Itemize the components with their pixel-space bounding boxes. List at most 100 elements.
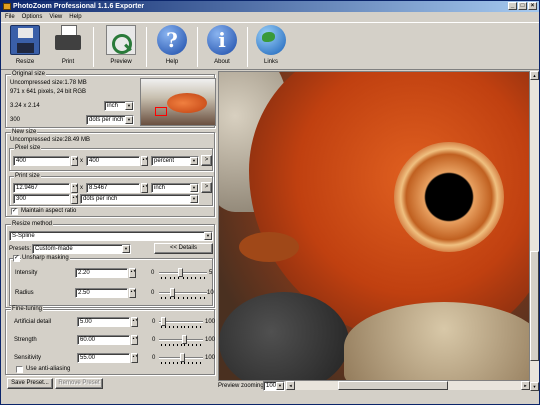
- sensitivity-slider[interactable]: [159, 353, 203, 364]
- about-button[interactable]: i About: [204, 25, 240, 69]
- pixel-width-input[interactable]: 400: [13, 156, 70, 166]
- minimize-button[interactable]: _: [508, 2, 517, 10]
- print-width-spinner[interactable]: ▲▼: [71, 183, 78, 193]
- print-width-input[interactable]: 12.9467: [13, 183, 70, 193]
- presets-select[interactable]: Custom-made ▼: [32, 244, 131, 254]
- slider-tick: [191, 297, 192, 299]
- pixel-unit-select[interactable]: percent ▼: [151, 156, 199, 166]
- print-more-button[interactable]: >: [201, 182, 212, 193]
- radius-input[interactable]: 2.50: [75, 288, 128, 298]
- pixel-width-spinner[interactable]: ▲▼: [71, 156, 78, 166]
- maintain-aspect-checkbox[interactable]: ✓: [11, 208, 18, 215]
- slider-tick: [204, 277, 205, 279]
- sensitivity-max: 100: [205, 355, 216, 361]
- artificial-detail-input[interactable]: 5.00: [77, 317, 130, 327]
- unsharp-masking-checkbox[interactable]: ✓: [13, 255, 20, 262]
- print-unit-select[interactable]: inch ▼: [151, 183, 199, 193]
- pixel-height-spinner[interactable]: ▲▼: [141, 156, 148, 166]
- settings-panel: Original size Uncompressed size:1.78 MB …: [3, 71, 216, 404]
- pixel-height-input[interactable]: 400: [86, 156, 140, 166]
- maximize-button[interactable]: □: [518, 2, 527, 10]
- intensity-slider[interactable]: [159, 268, 207, 279]
- slider-tick: [200, 326, 201, 328]
- menu-options[interactable]: Options: [22, 12, 43, 22]
- print-resolution-spinner[interactable]: ▲▼: [71, 194, 78, 204]
- resize-method-select[interactable]: S-Spline ▼: [9, 231, 213, 241]
- help-button[interactable]: ? Help: [154, 25, 190, 69]
- close-button[interactable]: ×: [528, 2, 537, 10]
- slider-tick: [181, 344, 182, 346]
- print-button[interactable]: Print: [50, 25, 86, 69]
- strength-spinner[interactable]: ▲▼: [131, 335, 138, 345]
- preview-zoom-select[interactable]: 100% ▼: [263, 381, 285, 391]
- artificial-detail-spinner[interactable]: ▲▼: [131, 317, 138, 327]
- print-res-unit-select[interactable]: dots per inch ▼: [80, 194, 199, 204]
- slider-tick: [196, 362, 197, 364]
- scroll-down-arrow-icon[interactable]: ▼: [530, 382, 539, 391]
- preview-button[interactable]: Preview: [103, 25, 139, 69]
- slider-tick: [184, 362, 185, 364]
- slider-tick: [188, 362, 189, 364]
- menu-file[interactable]: File: [5, 12, 15, 22]
- strength-input[interactable]: 60.00: [77, 335, 130, 345]
- horizontal-scrollbar[interactable]: ◄ ►: [286, 381, 530, 390]
- intensity-spinner[interactable]: ▲▼: [129, 268, 136, 278]
- details-button[interactable]: << Details: [154, 243, 213, 254]
- app-icon: [3, 3, 11, 10]
- globe-icon: [256, 25, 286, 55]
- slider-tick: [196, 326, 197, 328]
- pixel-more-button[interactable]: >: [201, 155, 212, 166]
- intensity-label: Intensity: [15, 270, 38, 276]
- menu-help[interactable]: Help: [69, 12, 81, 22]
- scroll-left-arrow-icon[interactable]: ◄: [286, 381, 295, 390]
- chevron-down-icon: ▼: [204, 232, 212, 240]
- print-size-group: Print size 12.9467 ▲▼ x 8.5467 ▲▼ inch ▼ …: [9, 173, 213, 206]
- scroll-right-arrow-icon[interactable]: ►: [521, 381, 530, 390]
- links-button[interactable]: Links: [253, 25, 289, 69]
- slider-tick: [187, 297, 188, 299]
- radius-min: 0: [151, 290, 155, 296]
- menu-view[interactable]: View: [49, 12, 62, 22]
- slider-tick: [170, 297, 171, 299]
- print-height-spinner[interactable]: ▲▼: [141, 183, 148, 193]
- vertical-scroll-thumb[interactable]: [530, 251, 539, 361]
- print-height-input[interactable]: 8.5467: [86, 183, 140, 193]
- radius-slider[interactable]: [159, 288, 207, 299]
- slider-thumb[interactable]: [178, 268, 183, 277]
- scroll-up-arrow-icon[interactable]: ▲: [530, 71, 539, 80]
- toolbar-separator: [197, 27, 198, 67]
- preview-image-area[interactable]: [218, 71, 530, 381]
- remove-preset-button[interactable]: Remove Preset: [55, 378, 103, 389]
- slider-thumb[interactable]: [161, 317, 166, 326]
- slider-thumb[interactable]: [180, 353, 185, 362]
- artificial-detail-label: Artificial detail: [14, 319, 52, 325]
- slider-tick: [173, 326, 174, 328]
- window-title: PhotoZoom Professional 1.1.6 Exporter: [13, 3, 145, 10]
- original-res-unit-select[interactable]: dots per inch ▼: [86, 115, 134, 125]
- resize-button[interactable]: Resize: [7, 25, 43, 69]
- slider-tick: [174, 297, 175, 299]
- slider-tick: [188, 326, 189, 328]
- slider-thumb[interactable]: [170, 288, 175, 297]
- slider-thumb[interactable]: [182, 335, 187, 344]
- fine-tuning-title: Fine-tuning: [11, 306, 44, 313]
- original-unit-select[interactable]: inch ▼: [104, 101, 134, 111]
- radius-label: Radius: [15, 290, 34, 296]
- sensitivity-input[interactable]: 55.00: [77, 353, 130, 363]
- viewport-selection-rectangle[interactable]: [155, 107, 167, 116]
- printer-icon: [53, 25, 83, 55]
- slider-tick: [161, 297, 162, 299]
- artificial-detail-slider[interactable]: [159, 317, 203, 328]
- save-preset-button[interactable]: Save Preset...: [7, 378, 53, 389]
- anti-aliasing-checkbox[interactable]: [16, 366, 23, 373]
- navigator-thumbnail[interactable]: [140, 78, 216, 126]
- print-resolution-input[interactable]: 300: [13, 194, 70, 204]
- strength-slider[interactable]: [159, 335, 203, 346]
- intensity-input[interactable]: 2.20: [75, 268, 128, 278]
- sensitivity-spinner[interactable]: ▲▼: [131, 353, 138, 363]
- horizontal-scroll-thumb[interactable]: [338, 381, 448, 390]
- vertical-scrollbar[interactable]: ▲ ▼: [530, 71, 539, 391]
- resize-method-group: Resize method S-Spline ▼ Presets: Custom-…: [5, 221, 215, 308]
- original-resolution: 300: [10, 117, 21, 123]
- radius-spinner[interactable]: ▲▼: [129, 288, 136, 298]
